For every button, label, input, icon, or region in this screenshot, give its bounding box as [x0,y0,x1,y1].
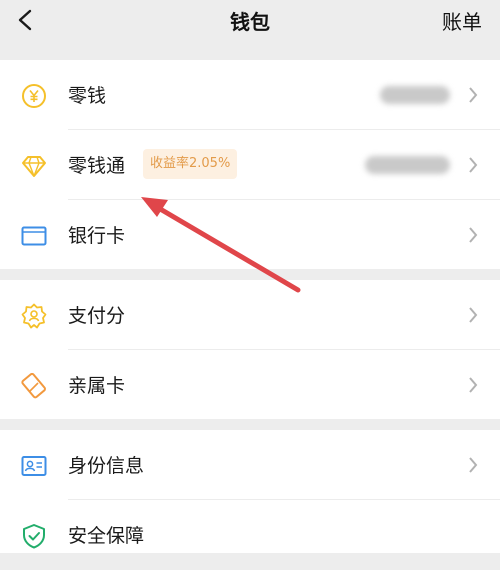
row-label: 银行卡 [68,225,126,247]
row-label: 零钱通 [68,155,126,177]
bill-button[interactable]: 账单 [442,6,482,35]
balance-value-blurred [365,156,450,174]
yuan-coin-icon [22,84,46,108]
baidu-watermark: Bai 经验 jingyan.baidu.com [283,520,494,549]
row-label: 亲属卡 [68,375,126,397]
id-card-icon [21,456,47,476]
watermark-subtext: jingyan.baidu.com [375,533,494,546]
row-label: 支付分 [68,305,126,327]
bank-card-icon [21,226,47,246]
row-identity-info[interactable]: 身份信息 [0,430,500,500]
nav-bar: 钱包 账单 [0,0,500,56]
row-label: 零钱 [68,85,107,107]
diamond-icon [22,156,46,177]
row-lingqiantong[interactable]: 零钱通 [0,130,500,200]
watermark-text: Bai 经验 [282,524,372,548]
wallet-group-services: 支付分 亲属卡 [0,280,500,419]
page-title: 钱包 [230,10,270,34]
chevron-right-icon [469,307,478,323]
chevron-right-icon [469,87,478,103]
shield-check-icon [23,524,45,549]
wallet-group-assets: 零钱 零钱通 银行卡 [0,60,500,269]
chevron-right-icon [469,457,478,473]
row-label: 安全保障 [68,525,145,547]
chevron-right-icon [469,157,478,173]
row-label: 身份信息 [68,455,145,477]
row-family-card[interactable]: 亲属卡 [0,350,500,420]
balance-value-blurred [380,86,450,104]
chevron-right-icon [469,227,478,243]
yield-rate-badge: 收益率2.05% [143,149,238,179]
family-card-icon [21,373,46,399]
row-bank-card[interactable]: 银行卡 [0,200,500,270]
chevron-right-icon [469,377,478,393]
pay-score-badge-icon [21,303,47,329]
row-change[interactable]: 零钱 [0,60,500,130]
row-pay-score[interactable]: 支付分 [0,280,500,350]
